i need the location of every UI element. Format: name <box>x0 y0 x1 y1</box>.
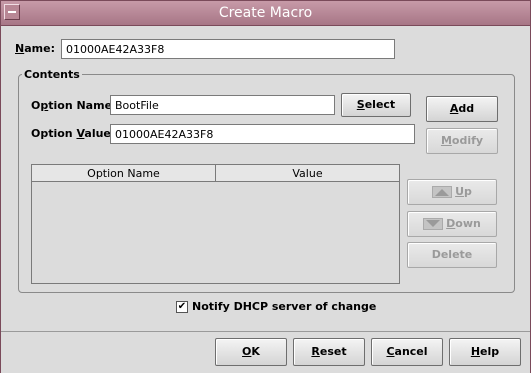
column-header-value[interactable]: Value <box>216 165 399 182</box>
option-name-field[interactable]: BootFile <box>110 95 335 115</box>
ok-button[interactable]: OK <box>215 338 287 366</box>
name-field[interactable]: 01000AE42A33F8 <box>61 39 395 59</box>
help-button[interactable]: Help <box>449 338 521 366</box>
select-button[interactable]: Select <box>341 93 411 117</box>
notify-checkbox-label[interactable]: Notify DHCP server of change <box>192 300 376 313</box>
create-macro-dialog: Create Macro Name: 01000AE42A33F8 Conten… <box>0 0 531 373</box>
column-header-option-name[interactable]: Option Name <box>32 165 216 182</box>
down-arrow-icon <box>423 218 444 230</box>
dialog-title: Create Macro <box>218 5 313 21</box>
modify-button[interactable]: Modify <box>426 128 498 154</box>
contents-group-title: Contents <box>22 68 82 81</box>
option-name-label: Option Name: <box>31 99 117 112</box>
notify-checkbox[interactable]: ✔ <box>176 301 188 313</box>
option-value-label: Option Value: <box>31 127 116 140</box>
options-table[interactable]: Option Name Value <box>31 164 400 284</box>
down-button[interactable]: Down <box>407 211 497 237</box>
dialog-footer: OK Reset Cancel Help <box>1 331 530 373</box>
delete-button[interactable]: Delete <box>407 242 497 268</box>
name-label: Name: <box>15 42 55 55</box>
dialog-content: Name: 01000AE42A33F8 Contents Option Nam… <box>6 26 525 331</box>
title-bar[interactable]: Create Macro <box>1 1 530 26</box>
option-value-field[interactable]: 01000AE42A33F8 <box>110 124 415 144</box>
up-button[interactable]: Up <box>407 179 497 205</box>
up-arrow-icon <box>432 186 453 198</box>
cancel-button[interactable]: Cancel <box>371 338 443 366</box>
reset-button[interactable]: Reset <box>293 338 365 366</box>
add-button[interactable]: Add <box>426 96 498 122</box>
